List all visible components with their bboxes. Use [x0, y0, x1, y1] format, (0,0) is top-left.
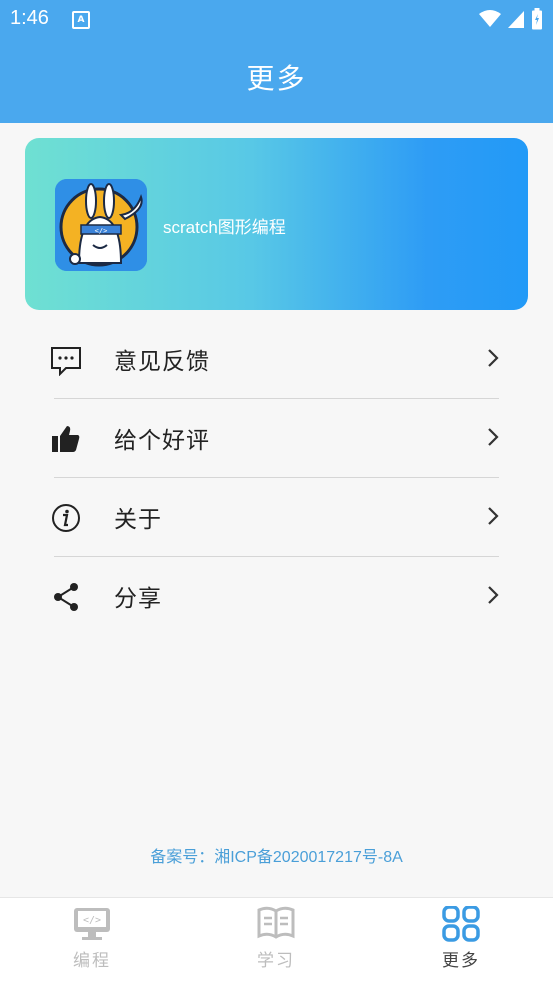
- feedback-chat-icon: [50, 344, 82, 376]
- status-time: 1:46: [10, 7, 49, 29]
- menu-item-feedback[interactable]: 意见反馈: [51, 320, 499, 399]
- chevron-right-icon: [488, 507, 499, 525]
- menu-item-rate[interactable]: 给个好评: [52, 399, 499, 478]
- info-icon: [50, 502, 82, 534]
- rabbit-ninja-logo-icon: </>: [55, 179, 147, 271]
- menu-item-share[interactable]: 分享: [54, 557, 499, 635]
- settings-menu: 意见反馈 给个好评 关于 分享: [0, 320, 553, 635]
- bottom-tab-bar: </> 编程 学习 更多: [0, 897, 553, 985]
- tab-label: 学习: [257, 951, 295, 971]
- signal-icon: [508, 11, 524, 28]
- menu-item-label: 给个好评: [114, 428, 210, 454]
- grid-icon: [442, 905, 480, 942]
- share-icon: [50, 581, 82, 613]
- icp-record-link[interactable]: 备案号：湘ICP备2020017217号-8A: [0, 843, 553, 867]
- tab-learning[interactable]: 学习: [216, 906, 336, 971]
- page-title: 更多: [246, 62, 307, 95]
- chevron-right-icon: [488, 428, 499, 446]
- chevron-right-icon: [488, 349, 499, 367]
- tab-programming[interactable]: </> 编程: [32, 906, 152, 971]
- menu-item-about[interactable]: 关于: [52, 478, 499, 557]
- app-banner: </> scratch图形编程: [25, 138, 528, 310]
- book-icon: [257, 906, 295, 939]
- svg-text:</>: </>: [95, 227, 108, 235]
- tab-label: 更多: [442, 951, 480, 971]
- app-header: 更多: [0, 38, 553, 123]
- menu-item-label: 分享: [114, 586, 162, 612]
- battery-icon: [532, 8, 542, 30]
- menu-item-label: 关于: [114, 507, 162, 533]
- status-icons: [479, 8, 543, 30]
- code-monitor-icon: </>: [74, 908, 110, 940]
- tab-more[interactable]: 更多: [401, 905, 521, 971]
- menu-item-label: 意见反馈: [114, 349, 210, 375]
- notification-icon: A: [72, 11, 90, 29]
- chevron-right-icon: [488, 586, 499, 604]
- wifi-icon: [479, 10, 501, 27]
- tab-label: 编程: [73, 951, 111, 971]
- status-bar: 1:46 A: [0, 0, 553, 38]
- thumbs-up-icon: [50, 423, 82, 455]
- app-name: scratch图形编程: [163, 218, 286, 237]
- svg-text:</>: </>: [83, 915, 101, 926]
